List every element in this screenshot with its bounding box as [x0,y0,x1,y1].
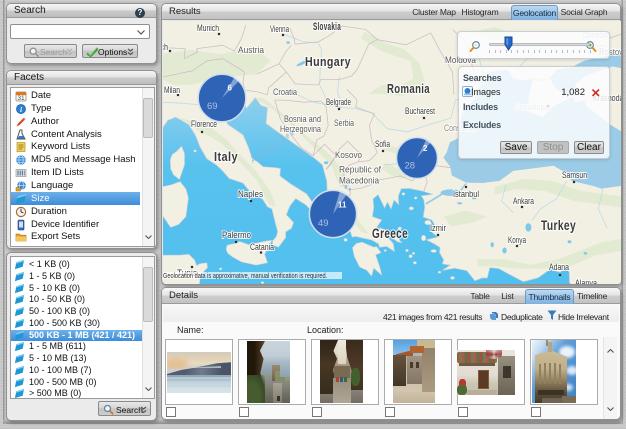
svg-text:Konya: Konya [508,235,526,245]
svg-text:Milan: Milan [164,85,180,95]
svg-text:Belgrade: Belgrade [326,97,351,107]
svg-text:Turkey: Turkey [541,217,576,233]
svg-text:Greece: Greece [372,226,408,241]
svg-text:Kosovo: Kosovo [335,150,362,161]
svg-text:Catania: Catania [250,242,274,252]
svg-text:6: 6 [228,84,233,93]
svg-text:Zurich: Zurich [163,42,168,52]
svg-text:Adana: Adana [549,262,569,272]
svg-text:Slovakia: Slovakia [313,21,341,33]
svg-text:Izmir: Izmir [430,223,446,233]
svg-text:Istanbul: Istanbul [453,189,479,199]
svg-text:Macedonia: Macedonia [339,176,380,187]
svg-text:Croatia: Croatia [273,87,298,98]
svg-text:69: 69 [207,101,218,112]
svg-text:11: 11 [338,201,347,210]
svg-text:Alanya: Alanya [575,278,597,284]
svg-text:Ankara: Ankara [513,196,534,206]
svg-text:Romania: Romania [387,81,430,96]
svg-text:Bucharest: Bucharest [405,106,435,116]
svg-text:2: 2 [423,144,428,153]
svg-text:Italy: Italy [214,149,238,164]
svg-text:Serbia: Serbia [334,118,355,129]
svg-text:Munich: Munich [197,23,219,33]
svg-text:28: 28 [405,161,416,172]
svg-text:Naples: Naples [238,189,263,199]
svg-text:Austria: Austria [238,45,265,56]
svg-text:Republic of: Republic of [339,165,381,176]
svg-text:49: 49 [318,218,329,229]
svg-text:Sofia: Sofia [375,139,390,149]
svg-text:Hungary: Hungary [305,54,351,69]
svg-text:Samsun: Samsun [562,170,587,180]
svg-text:Palermo: Palermo [222,230,251,240]
svg-text:Vienna: Vienna [270,24,289,34]
